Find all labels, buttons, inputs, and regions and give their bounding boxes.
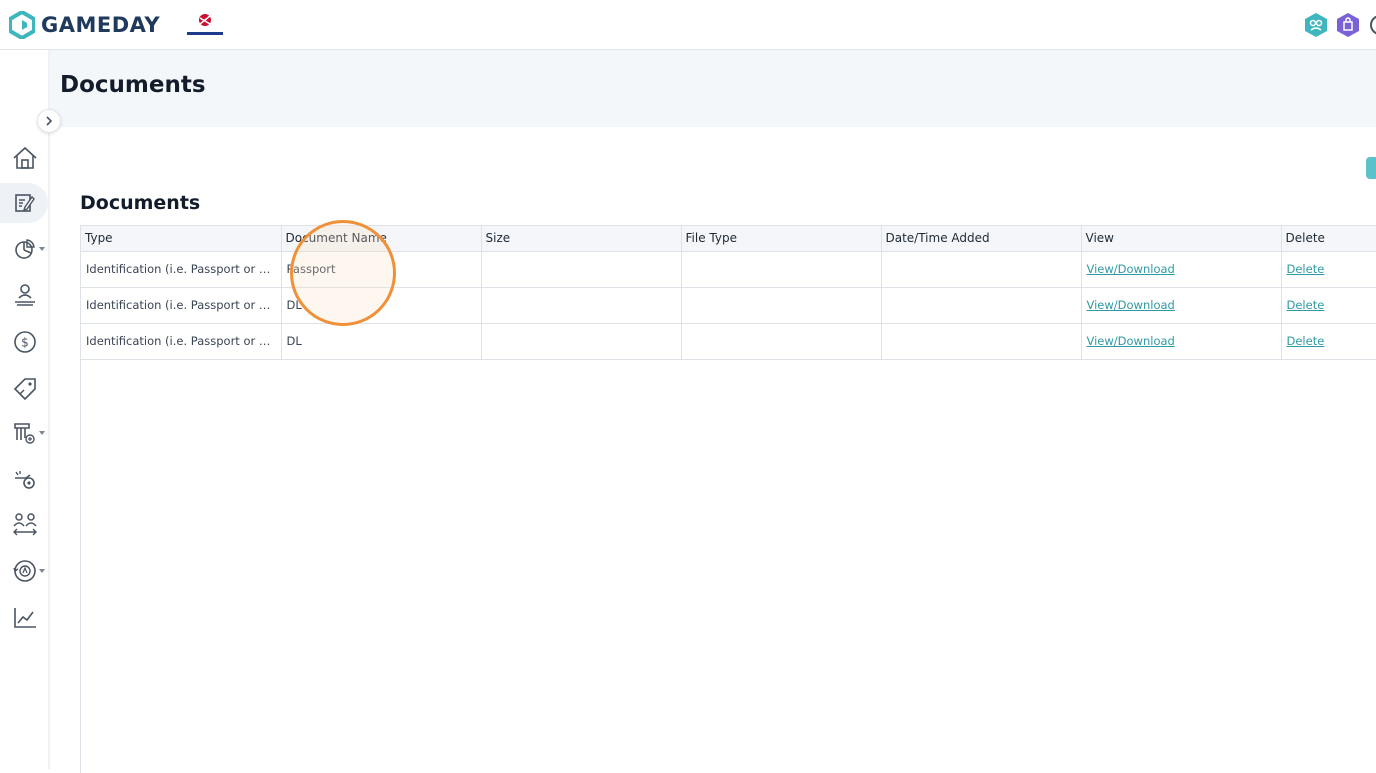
whistle-icon bbox=[15, 471, 35, 489]
delete-link[interactable]: Delete bbox=[1287, 334, 1325, 348]
delete-link[interactable]: Delete bbox=[1287, 298, 1325, 312]
cell-date-added bbox=[881, 287, 1082, 324]
pie-chart-icon bbox=[15, 239, 35, 259]
line-chart-icon bbox=[14, 608, 36, 628]
cell-file-type bbox=[681, 287, 882, 324]
sidebar-item-competitions[interactable] bbox=[0, 413, 50, 453]
sidebar-expand-button[interactable] bbox=[37, 109, 61, 133]
shop-hexagon-icon[interactable] bbox=[1336, 12, 1360, 42]
sidebar-item-officials[interactable] bbox=[0, 460, 50, 500]
cell-file-type bbox=[681, 323, 882, 360]
brand-name: GAMEDAY bbox=[41, 13, 161, 37]
chevron-right-icon bbox=[46, 116, 53, 126]
cell-date-added bbox=[881, 323, 1082, 360]
table-header-row: Type Document Name Size File Type Date/T… bbox=[81, 226, 1376, 252]
column-header-view: View bbox=[1081, 226, 1282, 252]
table-row: Identification (i.e. Passport or Birth C… bbox=[81, 251, 1376, 288]
cell-document-name: Passport bbox=[281, 251, 482, 288]
cell-document-name: DL bbox=[281, 323, 482, 360]
cell-file-type bbox=[681, 251, 882, 288]
rotate-icon bbox=[13, 560, 36, 582]
top-icons bbox=[1304, 12, 1376, 42]
dollar-icon: $ bbox=[14, 331, 36, 353]
trophy-settings-icon bbox=[14, 423, 35, 444]
top-bar: GAMEDAY bbox=[0, 0, 1376, 50]
svg-text:$: $ bbox=[21, 336, 29, 350]
sidebar-item-documents[interactable] bbox=[0, 183, 48, 223]
edit-document-icon bbox=[15, 194, 35, 212]
column-header-delete: Delete bbox=[1281, 226, 1376, 252]
column-header-date-added[interactable]: Date/Time Added bbox=[881, 226, 1082, 252]
section-title: Documents bbox=[80, 192, 201, 214]
cell-size bbox=[481, 323, 682, 360]
team-transfer-icon bbox=[13, 513, 37, 536]
chevron-down-icon bbox=[39, 247, 45, 251]
documents-table-container: Type Document Name Size File Type Date/T… bbox=[80, 225, 1376, 773]
sidebar-item-renewals[interactable] bbox=[0, 551, 50, 591]
sidebar-item-home[interactable] bbox=[0, 138, 50, 178]
tag-icon bbox=[13, 378, 36, 400]
cell-view: View/Download bbox=[1081, 287, 1282, 324]
sidebar-item-finance[interactable]: $ bbox=[0, 322, 50, 362]
cell-type: Identification (i.e. Passport or Birth C… bbox=[81, 323, 282, 360]
cell-document-name: DL bbox=[281, 287, 482, 324]
connect-hexagon-icon[interactable] bbox=[1304, 12, 1328, 42]
delete-link[interactable]: Delete bbox=[1287, 262, 1325, 276]
view-download-link[interactable]: View/Download bbox=[1087, 334, 1175, 348]
chevron-down-icon bbox=[39, 431, 45, 435]
cell-type: Identification (i.e. Passport or Birth C… bbox=[81, 251, 282, 288]
sidebar-item-reports[interactable] bbox=[0, 229, 50, 269]
cell-delete: Delete bbox=[1281, 287, 1376, 324]
sidebar: $ bbox=[0, 50, 50, 769]
documents-table: Type Document Name Size File Type Date/T… bbox=[81, 226, 1376, 360]
column-header-type[interactable]: Type bbox=[81, 226, 282, 252]
cell-delete: Delete bbox=[1281, 323, 1376, 360]
user-hand-icon bbox=[15, 284, 35, 306]
chevron-down-icon bbox=[39, 569, 45, 573]
sidebar-item-transfers[interactable] bbox=[0, 505, 50, 545]
view-download-link[interactable]: View/Download bbox=[1087, 262, 1175, 276]
cell-date-added bbox=[881, 251, 1082, 288]
cell-size bbox=[481, 251, 682, 288]
column-header-size[interactable]: Size bbox=[481, 226, 682, 252]
cell-view: View/Download bbox=[1081, 251, 1282, 288]
gameday-logo-icon bbox=[9, 11, 35, 39]
profile-icon[interactable] bbox=[1368, 12, 1376, 42]
cell-view: View/Download bbox=[1081, 323, 1282, 360]
page-header: Documents bbox=[50, 50, 1376, 127]
table-row: Identification (i.e. Passport or Birth C… bbox=[81, 323, 1376, 360]
table-row: Identification (i.e. Passport or Birth C… bbox=[81, 287, 1376, 324]
sidebar-item-members[interactable] bbox=[0, 275, 50, 315]
column-header-document-name[interactable]: Document Name bbox=[281, 226, 482, 252]
cell-size bbox=[481, 287, 682, 324]
view-download-link[interactable]: View/Download bbox=[1087, 298, 1175, 312]
gameday-logo[interactable]: GAMEDAY bbox=[9, 10, 160, 40]
page-title: Documents bbox=[60, 72, 206, 98]
ice-hockey-uk-logo bbox=[184, 10, 226, 40]
sidebar-item-analytics[interactable] bbox=[0, 598, 50, 638]
cell-delete: Delete bbox=[1281, 251, 1376, 288]
column-header-file-type[interactable]: File Type bbox=[681, 226, 882, 252]
cell-type: Identification (i.e. Passport or Birth C… bbox=[81, 287, 282, 324]
action-button[interactable] bbox=[1366, 157, 1376, 179]
sidebar-item-products[interactable] bbox=[0, 368, 50, 408]
home-icon bbox=[13, 146, 37, 169]
